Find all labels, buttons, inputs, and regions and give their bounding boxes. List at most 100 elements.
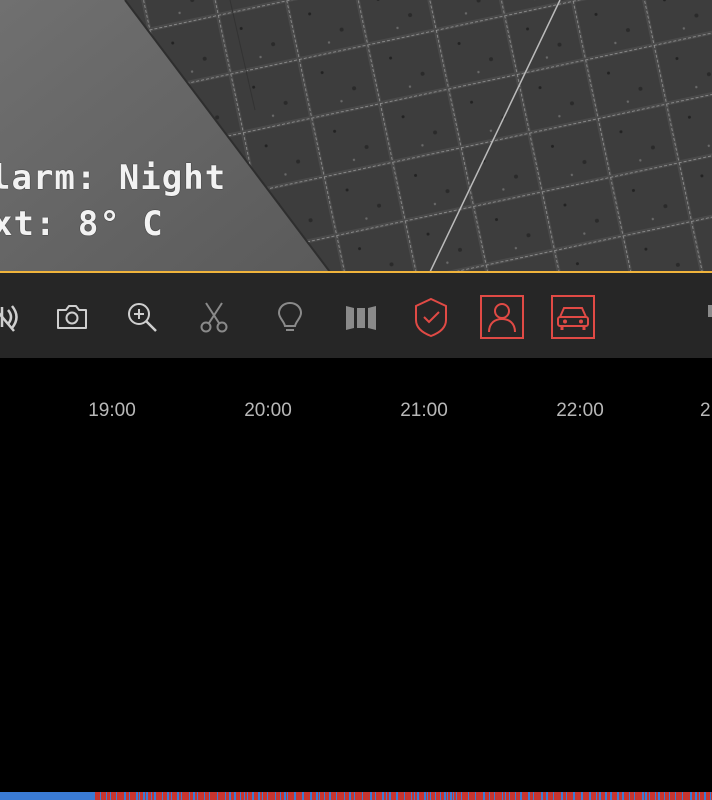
recording-segment-continuous [258,792,260,800]
recording-segment-continuous [710,792,711,800]
recording-segment-continuous [0,792,95,800]
digital-zoom-button[interactable] [120,295,164,339]
recording-segment-continuous [461,792,462,800]
recording-segment-continuous [229,792,231,800]
recording-segment-continuous [247,792,248,800]
recording-segment-continuous [284,792,286,800]
timeline-tick-partial: 2 [700,400,711,421]
columns-icon [346,306,376,330]
snapshot-button[interactable] [50,295,94,339]
clip-button[interactable] [192,295,236,339]
shield-check-icon [415,297,447,338]
vehicle-detection-button[interactable] [551,295,595,339]
recording-segment-continuous [316,792,318,800]
recording-segment-continuous [336,792,337,800]
recording-segment-continuous [430,792,431,800]
recording-segment-continuous [453,792,454,800]
recording-segment-continuous [414,792,415,800]
person-detection-button[interactable] [480,295,524,339]
recording-segment-continuous [262,792,263,800]
recording-segment-continuous [240,792,241,800]
recording-segment-continuous [520,792,522,800]
recording-segment-continuous [634,792,635,800]
recording-segment-continuous [533,792,534,800]
recording-segment-continuous [541,792,543,800]
recording-segment-continuous [106,792,107,800]
person-detection-icon [488,303,516,333]
recording-segment-continuous [100,792,101,800]
recording-segment-continuous [629,792,630,800]
timeline-tick: 20:00 [244,400,292,421]
recording-segment-continuous [589,792,591,800]
recording-segment-continuous [489,792,490,800]
recording-segment-continuous [329,792,331,800]
playback-timeline[interactable]: 19:00 20:00 21:00 22:00 2 [0,358,712,800]
recording-segment-continuous [664,792,665,800]
snapshot-icon [57,305,87,329]
more-tools-indicator[interactable] [708,305,712,317]
recording-segment-continuous [396,792,398,800]
protection-button[interactable] [409,295,453,339]
recording-segment-continuous [116,792,117,800]
timeline-tick: 19:00 [88,400,136,421]
recording-segment-continuous [370,792,372,800]
recording-segment-continuous [505,792,506,800]
recording-segment-continuous [690,792,692,800]
recording-bar[interactable] [0,792,712,800]
osd-temperature-text: xt: 8° C [0,204,164,244]
recording-segment-continuous [302,792,304,800]
clip-icon [200,302,228,333]
recording-segment-continuous [645,792,647,800]
recording-segment-continuous [362,792,363,800]
recording-segment-continuous [573,792,575,800]
recording-segment-continuous [658,792,660,800]
recording-segment-continuous [171,792,172,800]
recording-segment-continuous [468,792,469,800]
recording-segment-continuous [181,792,182,800]
recording-segment-continuous [675,792,676,800]
recording-segment-continuous [411,792,412,800]
audio-button[interactable] [0,295,22,339]
osd-alarm-text: larm: Night [0,158,227,198]
recording-segment-continuous [456,792,457,800]
recording-segment-continuous [204,792,205,800]
recording-segment-continuous [234,792,236,800]
recording-segment-continuous [699,792,700,800]
recording-segment-continuous [546,792,548,800]
recording-segment-continuous [151,792,152,800]
recording-segment-continuous [354,792,355,800]
recording-segment-continuous [193,792,195,800]
recording-segment-continuous [386,792,387,800]
playback-toolbar [0,273,712,358]
recording-segment-continuous [267,792,268,800]
recording-segment-continuous [450,792,452,800]
recording-segment-continuous [655,792,656,800]
recording-segment-continuous [110,792,111,800]
recording-segment-continuous [596,792,597,800]
recording-segment-continuous [475,792,476,800]
recording-segment-continuous [440,792,441,800]
recording-segment-continuous [136,792,138,800]
recording-segment-continuous [225,792,226,800]
recording-segment-continuous [605,792,607,800]
recording-segment-continuous [275,792,276,800]
recording-segment-continuous [280,792,281,800]
zoom-in-icon [128,303,157,332]
camera-feed[interactable]: larm: Night xt: 8° C [0,0,712,272]
recording-segment-continuous [124,792,126,800]
recording-segment-continuous [642,792,644,800]
recording-segment-continuous [553,792,554,800]
recording-segment-continuous [617,792,619,800]
recording-segment-continuous [375,792,376,800]
light-button[interactable] [268,295,312,339]
layout-button[interactable] [339,295,383,339]
recording-segment-continuous [427,792,428,800]
recording-segment-continuous [177,792,179,800]
recording-segment-continuous [435,792,436,800]
recording-segment-continuous [139,792,140,800]
recording-segment-continuous [217,792,218,800]
light-icon [277,301,303,331]
recording-segment-continuous [566,792,567,800]
recording-segment-continuous [502,792,503,800]
recording-segment-continuous [252,792,254,800]
